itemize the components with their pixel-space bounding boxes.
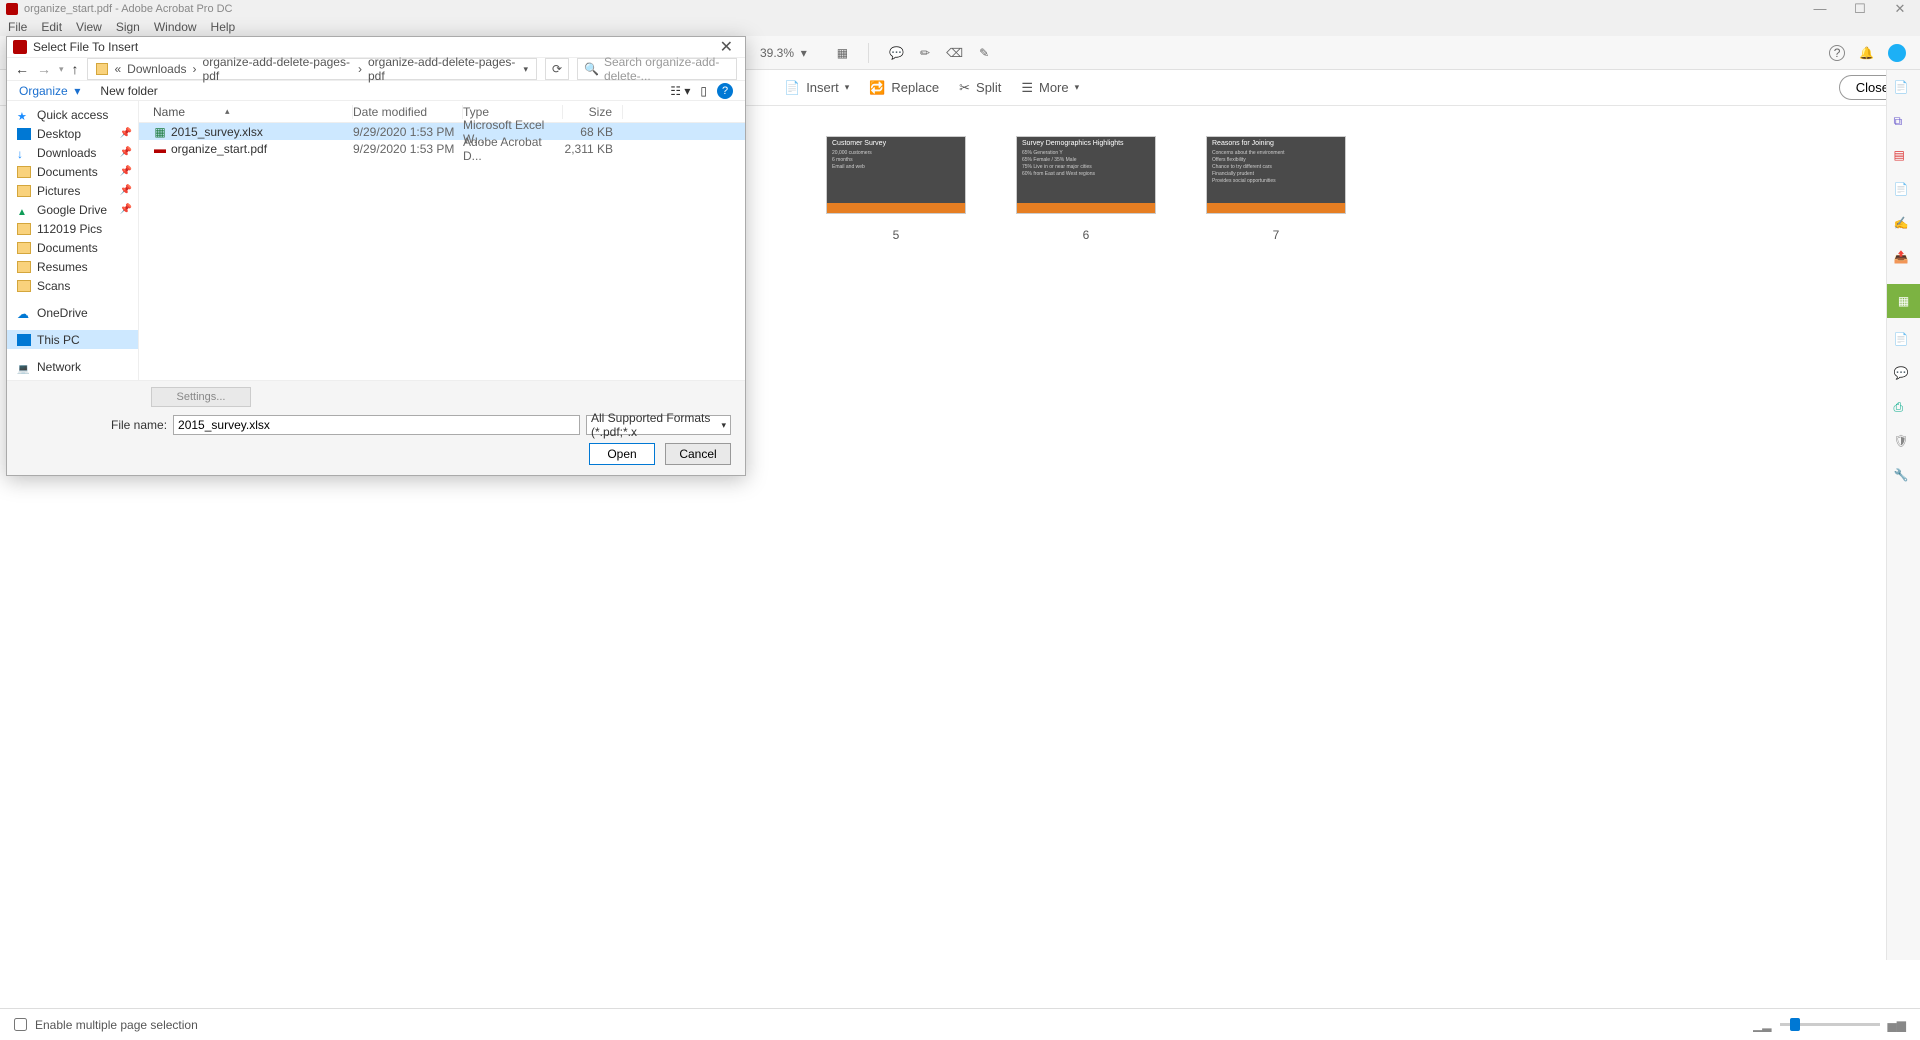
dialog-sidebar: Quick access Desktop📌 Downloads📌 Documen… <box>7 101 139 380</box>
filename-label: File name: <box>111 418 167 432</box>
sidebar-downloads[interactable]: Downloads📌 <box>7 143 138 162</box>
minimize-icon[interactable]: — <box>1800 1 1840 17</box>
file-row[interactable]: ▬organize_start.pdf 9/29/2020 1:53 PM Ad… <box>139 140 745 157</box>
right-tools-panel: 📄 ⧉ ▤ 📄 ✍ 📤 ▦ 📄 💬 ⎙ 🛡 🔧 <box>1886 70 1920 960</box>
help-icon[interactable]: ? <box>1829 45 1845 61</box>
sidebar-onedrive[interactable]: OneDrive <box>7 303 138 322</box>
file-list-header[interactable]: Name▴ Date modified Type Size <box>139 101 745 123</box>
tag-icon[interactable]: ✎ <box>979 46 989 60</box>
page-thumbnail[interactable]: Customer Survey20,000 customers6 monthsE… <box>826 136 966 242</box>
excel-icon: ▦ <box>153 125 167 139</box>
menu-file[interactable]: File <box>8 20 27 34</box>
bell-icon[interactable]: 🔔 <box>1859 46 1874 60</box>
status-bar: Enable multiple page selection ▁▂ ▅▆ <box>0 1008 1920 1040</box>
search-icon: 🔍 <box>584 62 599 76</box>
comment-tool-icon[interactable]: 💬 <box>1894 366 1914 386</box>
nav-back-icon[interactable]: ← <box>15 61 29 77</box>
sidebar-google-drive[interactable]: Google Drive📌 <box>7 200 138 219</box>
nav-forward-icon: → <box>37 61 51 77</box>
zoom-level[interactable]: 39.3% ▾ <box>760 46 807 60</box>
menu-sign[interactable]: Sign <box>116 20 140 34</box>
highlighter-icon[interactable]: ✏ <box>920 46 930 60</box>
breadcrumb[interactable]: « Downloads› organize-add-delete-pages-p… <box>87 58 537 80</box>
create-pdf-icon[interactable]: 📄 <box>1894 80 1914 100</box>
sidebar-this-pc[interactable]: This PC <box>7 330 138 349</box>
filename-input[interactable] <box>173 415 580 435</box>
sidebar-folder[interactable]: Documents <box>7 238 138 257</box>
multi-select-checkbox[interactable] <box>14 1018 27 1031</box>
page-number: 5 <box>893 228 900 242</box>
comment-icon[interactable]: 💬 <box>889 46 904 60</box>
sidebar-documents[interactable]: Documents📌 <box>7 162 138 181</box>
page-thumbnail[interactable]: Reasons for JoiningConcerns about the en… <box>1206 136 1346 242</box>
sign-icon[interactable]: ✍ <box>1894 216 1914 236</box>
organize-pages-icon[interactable]: ▦ <box>1887 284 1920 318</box>
sidebar-network[interactable]: Network <box>7 357 138 376</box>
dialog-nav: ← → ▾ ↑ « Downloads› organize-add-delete… <box>7 58 745 81</box>
window-controls: — ☐ ✕ <box>1800 1 1920 17</box>
refresh-icon[interactable]: ⟳ <box>545 58 569 80</box>
dialog-search-input[interactable]: 🔍Search organize-add-delete-... <box>577 58 737 80</box>
sidebar-folder[interactable]: 112019 Pics <box>7 219 138 238</box>
pdf-icon: ▬ <box>153 142 167 156</box>
avatar[interactable] <box>1888 44 1906 62</box>
sidebar-folder[interactable]: Resumes <box>7 257 138 276</box>
menu-edit[interactable]: Edit <box>41 20 62 34</box>
preview-pane-icon[interactable]: ▯ <box>700 84 707 98</box>
send-icon[interactable]: 📤 <box>1894 250 1914 270</box>
titlebar: organize_start.pdf - Adobe Acrobat Pro D… <box>0 0 1920 18</box>
insert-button[interactable]: 📄Insert▾ <box>784 80 849 96</box>
scan-icon[interactable]: ⎙ <box>1894 400 1914 420</box>
page-thumbnail[interactable]: Survey Demographics Highlights65% Genera… <box>1016 136 1156 242</box>
zoom-out-icon[interactable]: ▁▂ <box>1753 1018 1771 1032</box>
app-icon <box>6 3 18 15</box>
menubar: File Edit View Sign Window Help <box>0 18 1920 36</box>
dialog-title: Select File To Insert <box>33 40 138 54</box>
edit-icon[interactable]: ▤ <box>1894 148 1914 168</box>
sidebar-folder[interactable]: Scans <box>7 276 138 295</box>
sidebar-pictures[interactable]: Pictures📌 <box>7 181 138 200</box>
dialog-footer: Settings... File name: All Supported For… <box>7 380 745 475</box>
organize-menu[interactable]: Organize ▾ <box>19 84 80 98</box>
menu-window[interactable]: Window <box>154 20 197 34</box>
zoom-in-icon[interactable]: ▅▆ <box>1888 1018 1906 1032</box>
multi-select-label: Enable multiple page selection <box>35 1018 198 1032</box>
combine-icon[interactable]: ⧉ <box>1894 114 1914 134</box>
menu-view[interactable]: View <box>76 20 102 34</box>
title-text: organize_start.pdf - Adobe Acrobat Pro D… <box>24 3 233 15</box>
dialog-app-icon <box>13 40 27 54</box>
zoom-slider[interactable] <box>1780 1023 1880 1026</box>
dialog-toolbar: Organize ▾ New folder ☷ ▾ ▯ ? <box>7 81 745 101</box>
nav-recent-icon[interactable]: ▾ <box>59 64 64 75</box>
sidebar-quick-access[interactable]: Quick access <box>7 105 138 124</box>
file-row[interactable]: ▦2015_survey.xlsx 9/29/2020 1:53 PM Micr… <box>139 123 745 140</box>
cancel-button[interactable]: Cancel <box>665 443 731 465</box>
split-button[interactable]: ✂Split <box>959 80 1001 96</box>
nav-up-icon[interactable]: ↑ <box>72 61 79 77</box>
maximize-icon[interactable]: ☐ <box>1840 1 1880 17</box>
keyboard-icon[interactable]: ▦ <box>837 46 848 60</box>
dialog-close-icon[interactable]: ✕ <box>714 37 739 57</box>
dialog-help-icon[interactable]: ? <box>717 83 733 99</box>
view-options-icon[interactable]: ☷ ▾ <box>670 84 690 98</box>
redact-icon[interactable]: 📄 <box>1894 332 1914 352</box>
more-button[interactable]: ☰More▾ <box>1021 80 1079 96</box>
page-number: 7 <box>1273 228 1280 242</box>
sidebar-desktop[interactable]: Desktop📌 <box>7 124 138 143</box>
folder-icon <box>96 63 109 75</box>
page-number: 6 <box>1083 228 1090 242</box>
protect-icon[interactable]: 🛡 <box>1894 434 1914 454</box>
export-icon[interactable]: 📄 <box>1894 182 1914 202</box>
more-tools-icon[interactable]: 🔧 <box>1894 468 1914 488</box>
new-folder-button[interactable]: New folder <box>100 84 157 98</box>
settings-button[interactable]: Settings... <box>151 387 251 407</box>
file-list: Name▴ Date modified Type Size ▦2015_surv… <box>139 101 745 380</box>
file-dialog: Select File To Insert ✕ ← → ▾ ↑ « Downlo… <box>6 36 746 476</box>
open-button[interactable]: Open <box>589 443 655 465</box>
eraser-icon[interactable]: ⌫ <box>946 46 963 60</box>
close-icon[interactable]: ✕ <box>1880 1 1920 17</box>
menu-help[interactable]: Help <box>211 20 236 34</box>
replace-button[interactable]: 🔁Replace <box>869 80 939 96</box>
filetype-filter[interactable]: All Supported Formats (*.pdf;*.x▾ <box>586 415 731 435</box>
